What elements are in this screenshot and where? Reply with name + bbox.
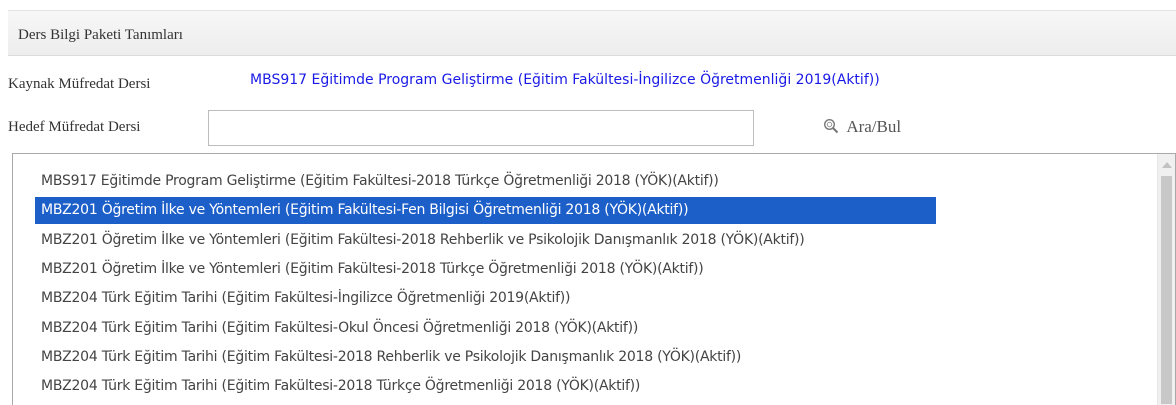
list-item[interactable]: MBZ201 Öğretim İlke ve Yöntemleri (Eğiti… <box>35 227 810 254</box>
source-course-value: MBS917 Eğitimde Program Geliştirme (Eğit… <box>250 72 880 88</box>
panel-header: Ders Bilgi Paketi Tanımları <box>8 10 1176 56</box>
list-scrollbar[interactable] <box>1157 154 1175 405</box>
list-item-selected[interactable]: MBZ201 Öğretim İlke ve Yöntemleri (Eğiti… <box>35 197 936 224</box>
panel-title: Ders Bilgi Paketi Tanımları <box>18 27 183 43</box>
list-item[interactable]: MBZ204 Türk Eğitim Tarihi (Eğitim Fakült… <box>35 344 747 371</box>
target-course-input[interactable] <box>208 110 754 146</box>
target-course-label: Hedef Müfredat Dersi <box>8 119 141 135</box>
search-label: Ara/Bul <box>846 117 902 136</box>
list-item[interactable]: MBZ201 Öğretim İlke ve Yöntemleri (Eğiti… <box>35 256 709 283</box>
list-item[interactable]: MBZ204 Türk Eğitim Tarihi (Eğitim Fakült… <box>35 285 576 312</box>
course-info-package-page: Ders Bilgi Paketi Tanımları Kaynak Müfre… <box>0 0 1176 405</box>
list-item[interactable]: MBZ204 Türk Eğitim Tarihi (Eğitim Fakült… <box>35 373 646 400</box>
course-listbox[interactable]: MBS917 Eğitimde Program Geliştirme (Eğit… <box>12 153 1176 405</box>
list-item[interactable]: MBZ204 Türk Eğitim Tarihi (Eğitim Fakült… <box>35 315 644 342</box>
scroll-thumb[interactable] <box>1161 176 1172 404</box>
scroll-up-icon[interactable] <box>1162 162 1172 168</box>
source-course-label: Kaynak Müfredat Dersi <box>8 76 151 92</box>
list-item[interactable]: MBS917 Eğitimde Program Geliştirme (Eğit… <box>35 168 725 195</box>
magnifier-icon <box>823 117 846 136</box>
search-button[interactable]: Ara/Bul <box>823 117 901 137</box>
